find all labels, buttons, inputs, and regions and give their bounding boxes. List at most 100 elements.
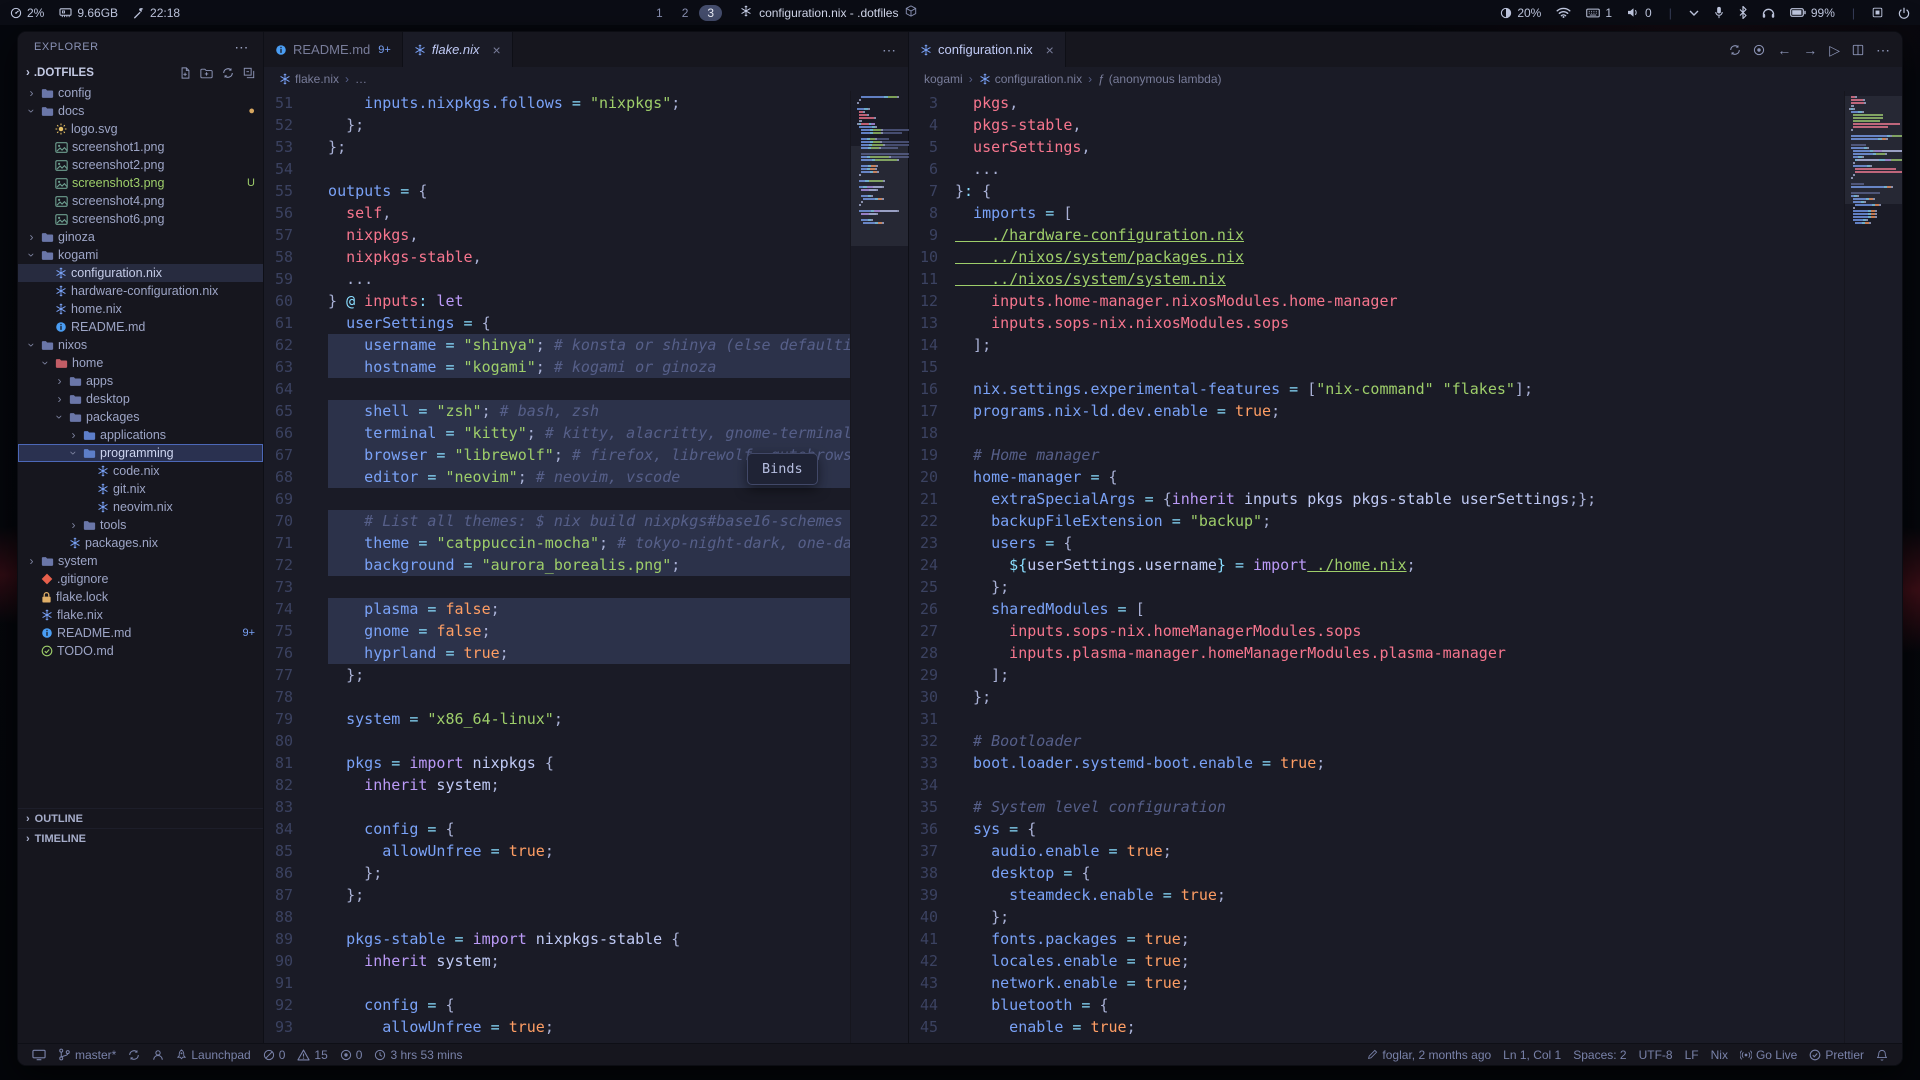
sync-icon[interactable] [1729,44,1741,56]
minimap-slider[interactable] [1845,96,1902,204]
status-language-mode[interactable]: Nix [1705,1044,1734,1065]
right-code[interactable]: 3 pkgs,4 pkgs-stable,5 userSettings,6 ..… [909,91,1844,1043]
microphone-indicator[interactable] [1714,6,1724,19]
status-sync-changes[interactable] [122,1044,146,1065]
bluetooth-indicator[interactable] [1739,6,1747,19]
tree-item-tools[interactable]: ›tools [18,516,263,534]
new-folder-icon[interactable] [200,67,213,79]
navigate-back-icon[interactable]: ← [1777,43,1791,57]
status-notifications[interactable] [1870,1044,1894,1065]
power-indicator[interactable] [1898,7,1910,19]
brightness-indicator[interactable]: 20% [1500,6,1541,20]
status-indentation[interactable]: Spaces: 2 [1567,1044,1632,1065]
right-breadcrumbs[interactable]: kogami›configuration.nix›ƒ(anonymous lam… [909,67,1902,91]
workspace-2[interactable]: 2 [674,5,697,21]
tree-item-git.nix[interactable]: git.nix [18,480,263,498]
tree-item-screenshot1.png[interactable]: screenshot1.png [18,138,263,156]
tree-item-.gitignore[interactable]: .gitignore [18,570,263,588]
tree-item-config[interactable]: ›config [18,84,263,102]
tree-item-code.nix[interactable]: code.nix [18,462,263,480]
close-icon[interactable]: × [493,42,501,58]
breadcrumb--anonymous-lambda-[interactable]: ƒ(anonymous lambda) [1098,72,1221,86]
tree-item-screenshot4.png[interactable]: screenshot4.png [18,192,263,210]
right-minimap[interactable] [1844,91,1902,1043]
more-actions-icon[interactable]: ⋯ [234,39,249,56]
tree-root[interactable]: › .DOTFILES [18,62,263,84]
breadcrumb-kogami[interactable]: kogami [924,72,963,86]
navigate-forward-icon[interactable]: → [1803,43,1817,57]
tree-item-readme.md[interactable]: README.md9+ [18,624,263,642]
status-profile[interactable] [146,1044,170,1065]
left-breadcrumbs[interactable]: flake.nix›… [264,67,908,91]
tray-expand-indicator[interactable] [1689,10,1699,16]
tree-item-logo.svg[interactable]: logo.svg [18,120,263,138]
tab-configuration.nix[interactable]: configuration.nix× [909,32,1066,67]
tree-item-neovim.nix[interactable]: neovim.nix [18,498,263,516]
cpu-indicator[interactable]: 2% [10,6,44,20]
section-timeline[interactable]: ›TIMELINE [18,828,263,848]
tree-item-ginoza[interactable]: ›ginoza [18,228,263,246]
status-wakatime[interactable]: 3 hrs 53 mins [368,1044,468,1065]
tree-item-applications[interactable]: ›applications [18,426,263,444]
tree-item-todo.md[interactable]: TODO.md [18,642,263,660]
left-minimap[interactable] [850,91,908,1043]
status-encoding[interactable]: UTF-8 [1633,1044,1679,1065]
tab-flake.nix[interactable]: flake.nix× [403,32,513,67]
memory-indicator[interactable]: 9.66GB [59,6,118,20]
tree-item-flake.nix[interactable]: flake.nix [18,606,263,624]
breadcrumb-flake.nix[interactable]: flake.nix [279,72,339,86]
status-warnings[interactable]: 15 [291,1044,333,1065]
open-changes-icon[interactable] [1753,44,1765,56]
workspace-1[interactable]: 1 [648,5,671,21]
status-go-live[interactable]: Go Live [1734,1044,1803,1065]
breadcrumb--[interactable]: … [355,72,367,86]
new-file-icon[interactable] [180,67,191,79]
more-actions-icon[interactable]: ⋯ [1876,43,1890,57]
run-code-icon[interactable]: ▷ [1829,43,1840,57]
volume-indicator[interactable]: 0 [1627,6,1652,20]
tree-item-screenshot2.png[interactable]: screenshot2.png [18,156,263,174]
breadcrumb-configuration.nix[interactable]: configuration.nix [979,72,1082,86]
clock-indicator[interactable]: 22:18 [133,6,180,20]
tree-item-packages.nix[interactable]: packages.nix [18,534,263,552]
more-actions-icon[interactable]: ⋯ [882,43,896,57]
tree-item-screenshot6.png[interactable]: screenshot6.png [18,210,263,228]
tray-indicator[interactable] [1872,7,1883,18]
tree-item-flake.lock[interactable]: flake.lock [18,588,263,606]
tab-readme.md[interactable]: README.md9+ [264,32,403,67]
tree-item-configuration.nix[interactable]: configuration.nix [18,264,263,282]
workspace-3[interactable]: 3 [699,5,722,21]
keyboard-layout-indicator[interactable]: 1 [1586,6,1612,20]
collapse-all-icon[interactable] [243,67,255,79]
tree-item-readme.md[interactable]: README.md [18,318,263,336]
tree-item-hardware-configuration.nix[interactable]: hardware-configuration.nix [18,282,263,300]
close-icon[interactable]: × [1046,42,1054,58]
status-errors[interactable]: 0 [257,1044,292,1065]
tree-item-system[interactable]: ›system [18,552,263,570]
status-cursor-position[interactable]: Ln 1, Col 1 [1497,1044,1567,1065]
section-outline[interactable]: ›OUTLINE [18,808,263,828]
tree-item-desktop[interactable]: ›desktop [18,390,263,408]
status-prettier[interactable]: Prettier [1803,1044,1870,1065]
status-launchpad[interactable]: Launchpad [170,1044,256,1065]
refresh-icon[interactable] [222,67,234,79]
status-remote-indicator[interactable] [26,1044,52,1065]
minimap-slider[interactable] [851,146,908,246]
tree-item-programming[interactable]: ›programming [18,444,263,462]
headset-indicator[interactable] [1762,7,1775,19]
tree-item-kogami[interactable]: ›kogami [18,246,263,264]
status-ports[interactable]: 0 [334,1044,369,1065]
tree-item-home[interactable]: ›home [18,354,263,372]
status-git-blame[interactable]: foglar, 2 months ago [1361,1044,1497,1065]
status-git-branch[interactable]: master* [52,1044,122,1065]
tree-item-home.nix[interactable]: home.nix [18,300,263,318]
tree-item-docs[interactable]: ›docs● [18,102,263,120]
tree-item-nixos[interactable]: ›nixos [18,336,263,354]
tree-item-screenshot3.png[interactable]: screenshot3.pngU [18,174,263,192]
left-code[interactable]: 51 inputs.nixpkgs.follows = "nixpkgs";52… [264,91,850,1043]
network-indicator[interactable] [1556,7,1571,18]
status-eol[interactable]: LF [1679,1044,1705,1065]
tree-item-packages[interactable]: ›packages [18,408,263,426]
tree-item-apps[interactable]: ›apps [18,372,263,390]
split-editor-icon[interactable] [1852,44,1864,56]
